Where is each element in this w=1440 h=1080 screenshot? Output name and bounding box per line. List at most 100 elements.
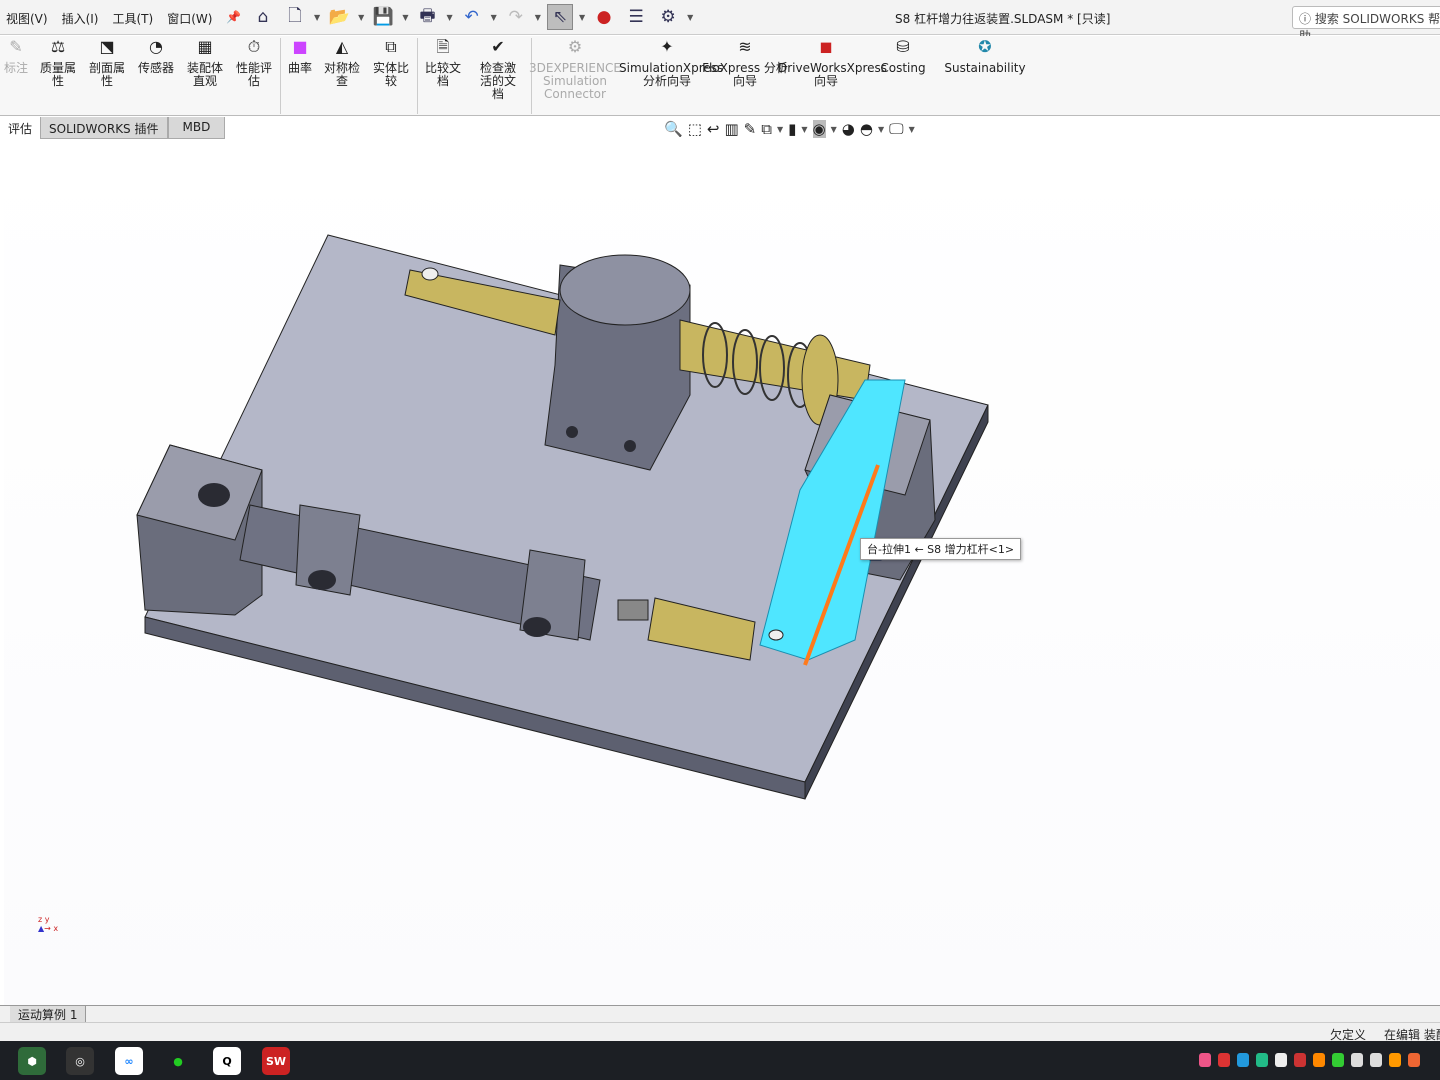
save-icon[interactable]: 💾	[370, 4, 396, 30]
heads-up-view-toolbar: 🔍 ⬚ ↩ ▥ ✎ ⧉ ▼ ▮ ▼ ◉ ▼ ◕ ◓ ▼ 🖵 ▼	[664, 120, 915, 138]
ribbon-button-mass-properties[interactable]: ⚖ 质量属性	[36, 37, 80, 88]
chevron-down-icon[interactable]: ▼	[579, 13, 585, 22]
chevron-down-icon[interactable]: ▼	[831, 125, 837, 134]
tray-icon[interactable]	[1256, 1053, 1268, 1067]
tray-icon[interactable]	[1389, 1053, 1401, 1067]
app-icon[interactable]: ⬢	[18, 1047, 46, 1075]
nut-hole	[523, 617, 551, 637]
ribbon-button-curvature[interactable]: ■ 曲率	[278, 39, 322, 75]
chevron-down-icon[interactable]: ▼	[801, 125, 807, 134]
chevron-down-icon[interactable]: ▼	[878, 125, 884, 134]
tray-icon[interactable]	[1313, 1053, 1325, 1067]
traffic-light-icon[interactable]: ●	[591, 4, 617, 30]
ribbon-button-simulation-connector[interactable]: ⚙ 3DEXPERIENCE Simulation Connector	[527, 39, 623, 101]
ribbon-button-markup[interactable]: ✎ 标注	[0, 39, 38, 75]
help-icon: ⓘ	[1299, 12, 1315, 26]
lever-pin-hole	[768, 629, 784, 641]
chevron-down-icon[interactable]: ▼	[402, 13, 408, 22]
menu-window[interactable]: 窗口(W)	[167, 10, 212, 27]
ribbon-button-sensor[interactable]: ◔ 传感器	[134, 39, 178, 75]
tray-icon[interactable]	[1218, 1053, 1230, 1067]
tab-mbd[interactable]: MBD	[167, 117, 226, 139]
chevron-down-icon[interactable]: ▼	[491, 13, 497, 22]
check-document-icon: ✔	[491, 37, 505, 56]
display-style-icon[interactable]: ▮	[788, 120, 796, 138]
clevis-hole	[198, 483, 230, 507]
symmetry-check-icon: ◭	[335, 37, 349, 56]
ribbon-button-label: 传感器	[137, 61, 174, 75]
ribbon-button-symmetry-check[interactable]: ◭ 对称检查	[320, 37, 364, 88]
tray-icon[interactable]	[1332, 1053, 1344, 1067]
assembly-model[interactable]	[4, 140, 1440, 1006]
file-properties-icon[interactable]: ☰	[623, 4, 649, 30]
tab-evaluate[interactable]: 评估	[0, 117, 41, 139]
chevron-down-icon[interactable]: ▼	[777, 125, 783, 134]
ribbon-separator	[417, 38, 418, 114]
home-icon[interactable]: ⌂	[250, 4, 276, 30]
tray-icon[interactable]	[1294, 1053, 1306, 1067]
chevron-down-icon[interactable]: ▼	[314, 13, 320, 22]
baidu-netdisk-icon[interactable]: ∞	[115, 1047, 143, 1075]
tray-icon[interactable]	[1199, 1053, 1211, 1067]
chevron-down-icon[interactable]: ▼	[446, 13, 452, 22]
chevron-down-icon[interactable]: ▼	[358, 13, 364, 22]
section-view-icon[interactable]: ▥	[724, 120, 738, 138]
bolt-hole	[624, 440, 636, 452]
ribbon-button-performance-evaluation[interactable]: ⏱ 性能评估	[232, 39, 276, 88]
mass-properties-icon: ⚖	[50, 37, 66, 56]
tray-icon[interactable]	[1351, 1053, 1363, 1067]
wechat-icon[interactable]: ●	[164, 1047, 192, 1075]
volume-icon[interactable]	[1408, 1053, 1420, 1067]
tray-icon[interactable]	[1275, 1053, 1287, 1067]
previous-view-icon[interactable]: ↩	[707, 120, 720, 138]
chevron-down-icon[interactable]: ▼	[687, 13, 693, 22]
qq-icon[interactable]: Q	[213, 1047, 241, 1075]
apply-scene-icon[interactable]: ◓	[860, 120, 873, 138]
graphics-area[interactable]: z y ▲→ x	[4, 140, 1440, 1006]
ribbon-button-label: 剖面属性	[88, 61, 125, 88]
ribbon-button-compare-documents[interactable]: 🗎 比较文档	[421, 39, 465, 88]
ribbon-button-costing[interactable]: ⛁ Costing	[863, 39, 943, 75]
ribbon-button-assembly-visualization[interactable]: ▦ 装配体直观	[183, 39, 227, 88]
new-document-icon[interactable]: 🗋	[282, 4, 308, 30]
hide-show-items-icon[interactable]: ◉	[812, 120, 826, 138]
dynamic-annotation-icon[interactable]: ✎	[744, 120, 757, 138]
ribbon-button-section-properties[interactable]: ⬔ 剖面属性	[85, 37, 129, 88]
chevron-down-icon[interactable]: ▼	[535, 13, 541, 22]
ribbon-button-check-document[interactable]: ✔ 检查激活的文档	[476, 37, 520, 101]
piston-rod	[617, 599, 649, 621]
ribbon-button-sustainability[interactable]: ✪ Sustainability	[937, 39, 1033, 75]
options-gear-icon[interactable]: ⚙	[655, 4, 681, 30]
view-orientation-icon[interactable]: ⧉	[761, 120, 772, 138]
ribbon-button-body-compare[interactable]: ⧉ 实体比较	[369, 37, 413, 88]
menu-insert[interactable]: 插入(I)	[62, 10, 99, 27]
tab-solidworks-addins[interactable]: SOLIDWORKS 插件	[40, 117, 168, 139]
select-icon[interactable]: ⇖	[546, 4, 573, 30]
menu-tools[interactable]: 工具(T)	[112, 10, 153, 27]
solidworks-2022-icon[interactable]: SW	[262, 1047, 290, 1075]
print-icon[interactable]: 🖶	[414, 4, 440, 30]
view-settings-icon[interactable]: 🖵	[889, 120, 903, 138]
ribbon-button-driveworksxpress[interactable]: ◼ DriveWorksXpress 向导	[778, 39, 888, 88]
zoom-to-area-icon[interactable]: ⬚	[688, 120, 702, 138]
open-icon[interactable]: 📂	[326, 4, 352, 30]
redo-icon[interactable]: ↷	[503, 4, 529, 30]
tray-icon[interactable]	[1237, 1053, 1249, 1067]
undo-icon[interactable]: ↶	[459, 4, 485, 30]
selection-tooltip: 台-拉伸1 ← S8 增力杠杆<1>	[860, 538, 1022, 560]
search-help-input[interactable]: ⓘ 搜索 SOLIDWORKS 帮助	[1292, 6, 1440, 43]
menu-view[interactable]: 视图(V)	[6, 10, 48, 27]
body-compare-icon: ⧉	[385, 37, 397, 56]
tab-motion-study-1[interactable]: 运动算例 1	[10, 1006, 87, 1023]
ribbon-button-label: 比较文档	[424, 61, 461, 88]
ribbon-button-label: DriveWorksXpress 向导	[778, 61, 888, 88]
section-properties-icon: ⬔	[99, 37, 115, 56]
edit-appearance-icon[interactable]: ◕	[842, 120, 855, 138]
title-bar: 视图(V) 插入(I) 工具(T) 窗口(W) 📌 ⌂ 🗋 ▼ 📂 ▼ 💾 ▼ 🖶 ▼ …	[0, 0, 1440, 43]
ribbon-button-label: 实体比较	[372, 61, 409, 88]
tray-icon[interactable]	[1370, 1053, 1382, 1067]
zoom-to-fit-icon[interactable]: 🔍	[664, 120, 683, 138]
chevron-down-icon[interactable]: ▼	[909, 125, 915, 134]
game-icon[interactable]: ◎	[66, 1047, 94, 1075]
pin-icon[interactable]: 📌	[226, 10, 241, 27]
